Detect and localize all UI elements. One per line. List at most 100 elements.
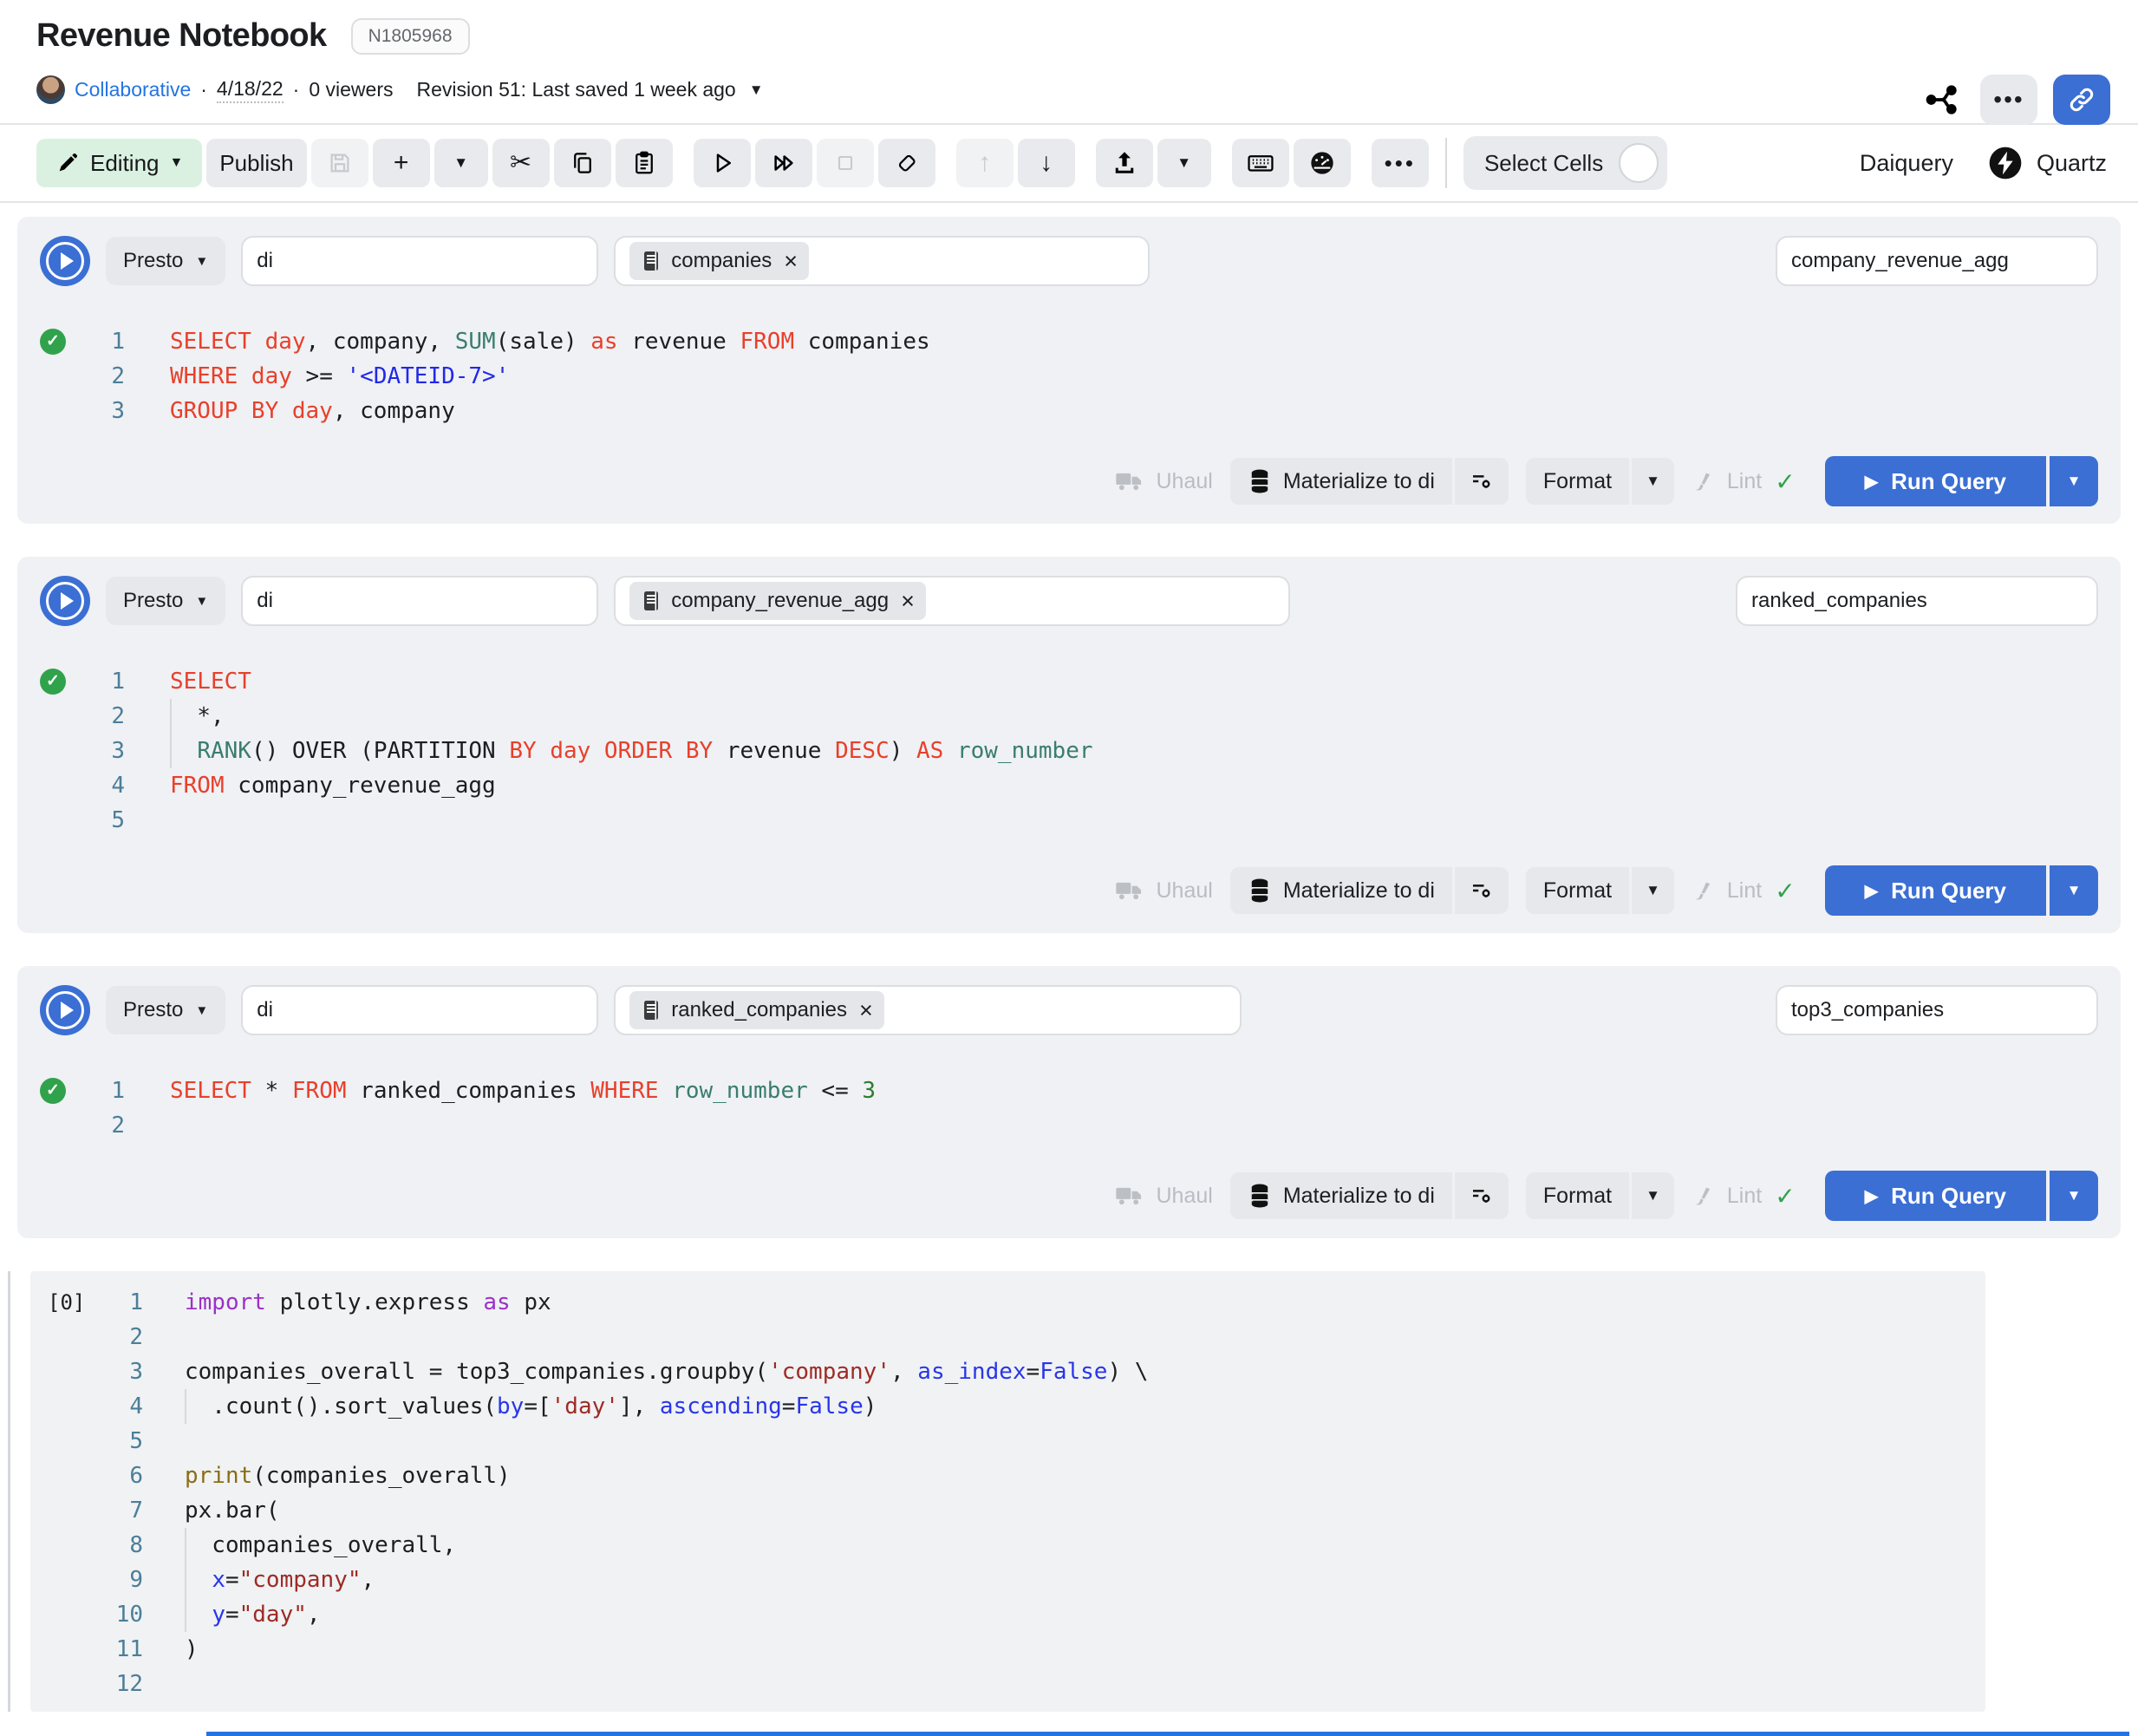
remove-icon[interactable]: × — [901, 590, 915, 613]
code-line[interactable]: ✓1SELECT day, company, SUM(sale) as reve… — [40, 324, 2098, 359]
revision-status[interactable]: Revision 51: Last saved 1 week ago — [417, 78, 736, 101]
more-tools-button[interactable]: ••• — [1372, 139, 1429, 187]
theme-button[interactable] — [1294, 139, 1351, 187]
source-table-pill[interactable]: companies × — [629, 242, 809, 280]
format-menu-button[interactable]: ▼ — [1632, 867, 1674, 914]
code-line[interactable]: 5 — [40, 803, 2098, 838]
code-line[interactable]: 2 — [40, 1108, 2098, 1143]
run-query-menu-button[interactable]: ▼ — [2050, 456, 2098, 506]
namespace-input[interactable]: di — [241, 576, 598, 626]
namespace-input[interactable]: di — [241, 236, 598, 286]
code-line[interactable]: 8 companies_overall, — [30, 1528, 1985, 1563]
cell-run-button[interactable] — [40, 985, 90, 1035]
lineage-graph-button[interactable] — [1920, 77, 1965, 122]
materialize-settings-button[interactable] — [1455, 867, 1509, 914]
code-line[interactable]: 2 *, — [40, 699, 2098, 734]
materialize-settings-button[interactable] — [1455, 458, 1509, 505]
source-tables-input[interactable]: company_revenue_agg × — [614, 576, 1290, 626]
export-button[interactable] — [1096, 139, 1153, 187]
copy-cell-button[interactable] — [554, 139, 611, 187]
cut-cell-button[interactable]: ✂ — [492, 139, 550, 187]
export-menu-button[interactable]: ▼ — [1157, 139, 1211, 187]
engine-select[interactable]: Presto ▼ — [106, 237, 225, 285]
remove-icon[interactable]: × — [784, 250, 798, 273]
code-line[interactable]: 10 y="day", — [30, 1597, 1985, 1632]
materialize-button[interactable]: Materialize to di — [1230, 1172, 1452, 1219]
run-query-button[interactable]: ▶ Run Query — [1825, 456, 2046, 506]
caret-down-icon: ▼ — [2067, 473, 2082, 490]
format-button[interactable]: Format — [1526, 867, 1629, 914]
code-line[interactable]: 4 .count().sort_values(by=['day'], ascen… — [30, 1389, 1985, 1424]
source-tables-input[interactable]: companies × — [614, 236, 1150, 286]
code-content: print(companies_overall) — [185, 1459, 511, 1493]
caret-down-icon: ▼ — [195, 254, 208, 269]
engine-select[interactable]: Presto ▼ — [106, 577, 225, 625]
run-query-menu-button[interactable]: ▼ — [2050, 1171, 2098, 1221]
output-table-input[interactable]: top3_companies — [1776, 985, 2098, 1035]
code-content: y="day", — [185, 1597, 321, 1632]
code-line[interactable]: 9 x="company", — [30, 1563, 1985, 1597]
line-status-column — [30, 1459, 101, 1493]
line-status-column — [30, 1389, 101, 1424]
keyboard-shortcuts-button[interactable] — [1232, 139, 1289, 187]
cell-run-button[interactable] — [40, 576, 90, 626]
select-cells-toggle[interactable]: Select Cells — [1463, 136, 1667, 190]
code-line[interactable]: 3companies_overall = top3_companies.grou… — [30, 1354, 1985, 1389]
code-line[interactable]: 2WHERE day >= '<DATEID-7>' — [40, 359, 2098, 394]
source-table-pill[interactable]: ranked_companies × — [629, 991, 884, 1029]
remove-icon[interactable]: × — [859, 999, 873, 1022]
output-table-input[interactable]: company_revenue_agg — [1776, 236, 2098, 286]
code-line[interactable]: 3 RANK() OVER (PARTITION BY day ORDER BY… — [40, 734, 2098, 768]
header-more-button[interactable]: ••• — [1980, 75, 2037, 125]
code-line[interactable]: ✓1SELECT * FROM ranked_companies WHERE r… — [40, 1074, 2098, 1108]
clear-outputs-button[interactable] — [878, 139, 935, 187]
materialize-settings-button[interactable] — [1455, 1172, 1509, 1219]
toggle-knob[interactable] — [1619, 143, 1659, 183]
avatar[interactable] — [36, 75, 65, 104]
add-cell-button[interactable]: + — [373, 139, 430, 187]
code-line[interactable]: 12 — [30, 1667, 1985, 1701]
code-line[interactable]: 4FROM company_revenue_agg — [40, 768, 2098, 803]
code-line[interactable]: 3GROUP BY day, company — [40, 394, 2098, 428]
publish-button[interactable]: Publish — [206, 139, 306, 187]
code-line[interactable]: 6print(companies_overall) — [30, 1459, 1985, 1493]
notebook-date[interactable]: 4/18/22 — [217, 77, 284, 103]
code-line[interactable]: 11) — [30, 1632, 1985, 1667]
sql-editor[interactable]: ✓1SELECT day, company, SUM(sale) as reve… — [40, 324, 2098, 428]
namespace-input[interactable]: di — [241, 985, 598, 1035]
code-line[interactable]: 2 — [30, 1320, 1985, 1354]
code-line[interactable]: 7px.bar( — [30, 1493, 1985, 1528]
run-all-cells-button[interactable] — [755, 139, 812, 187]
engine-select[interactable]: Presto ▼ — [106, 986, 225, 1034]
move-cell-down-button[interactable]: ↓ — [1018, 139, 1075, 187]
source-table-pill[interactable]: company_revenue_agg × — [629, 582, 926, 620]
code-line[interactable]: ✓1SELECT — [40, 664, 2098, 699]
revision-caret-icon[interactable]: ▼ — [749, 82, 764, 99]
run-query-menu-button[interactable]: ▼ — [2050, 865, 2098, 916]
materialize-button[interactable]: Materialize to di — [1230, 458, 1452, 505]
run-query-button[interactable]: ▶ Run Query — [1825, 1171, 2046, 1221]
format-menu-button[interactable]: ▼ — [1632, 458, 1674, 505]
copy-link-button[interactable] — [2053, 75, 2110, 125]
lint-button: Lint ✓ — [1691, 877, 1796, 905]
materialize-label: Materialize to di — [1283, 1184, 1435, 1209]
editing-mode-button[interactable]: Editing ▼ — [36, 139, 202, 187]
materialize-button[interactable]: Materialize to di — [1230, 867, 1452, 914]
run-query-button[interactable]: ▶ Run Query — [1825, 865, 2046, 916]
add-cell-menu-button[interactable]: ▼ — [434, 139, 488, 187]
lint-label: Lint — [1727, 1184, 1762, 1209]
run-cell-button[interactable] — [694, 139, 751, 187]
sql-editor[interactable]: ✓1SELECT * FROM ranked_companies WHERE r… — [40, 1074, 2098, 1143]
paste-cell-button[interactable] — [616, 139, 673, 187]
success-check-icon: ✓ — [40, 329, 66, 355]
format-button[interactable]: Format — [1526, 458, 1629, 505]
code-line[interactable]: 5 — [30, 1424, 1985, 1459]
sql-editor[interactable]: ✓1SELECT2 *,3 RANK() OVER (PARTITION BY … — [40, 664, 2098, 838]
format-menu-button[interactable]: ▼ — [1632, 1172, 1674, 1219]
code-line[interactable]: [0]1import plotly.express as px — [30, 1285, 1985, 1320]
format-button[interactable]: Format — [1526, 1172, 1629, 1219]
cell-run-button[interactable] — [40, 236, 90, 286]
output-table-input[interactable]: ranked_companies — [1736, 576, 2098, 626]
collaborative-link[interactable]: Collaborative — [75, 78, 191, 101]
source-tables-input[interactable]: ranked_companies × — [614, 985, 1242, 1035]
